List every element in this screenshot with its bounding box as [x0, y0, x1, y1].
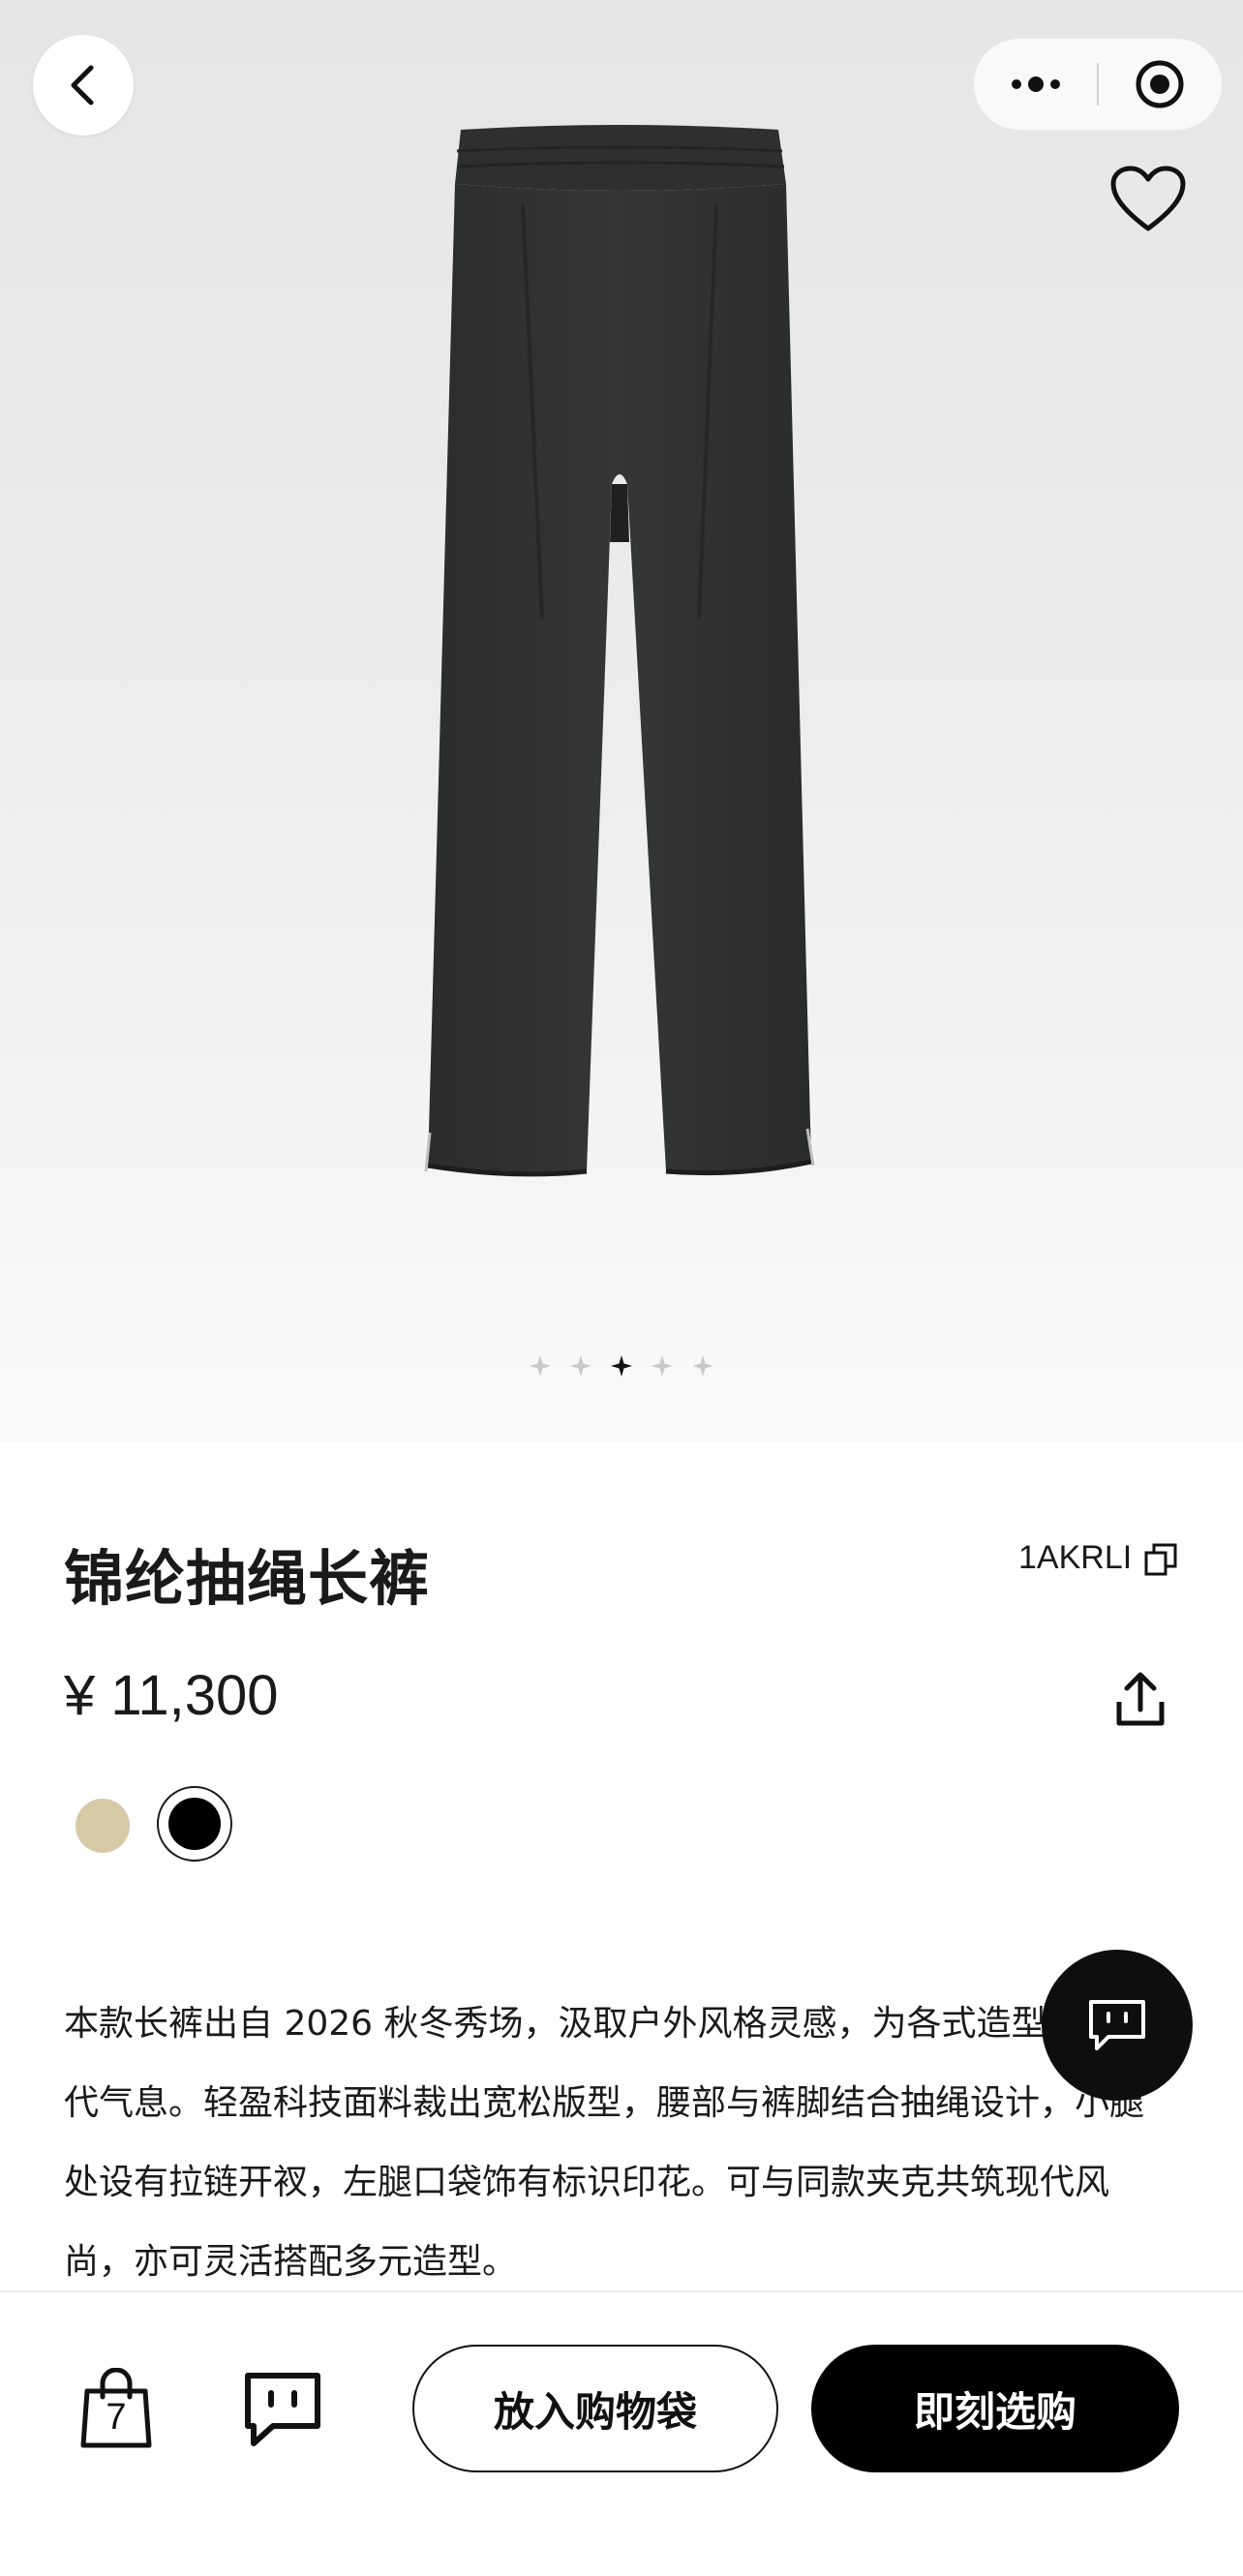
- message-icon[interactable]: [242, 2370, 323, 2451]
- pagination-dot[interactable]: [530, 1355, 551, 1377]
- chat-float-button[interactable]: [1042, 1950, 1193, 2101]
- product-sku[interactable]: 1AKRLI: [1018, 1539, 1132, 1577]
- buy-now-button[interactable]: 即刻选购: [811, 2345, 1179, 2472]
- add-to-bag-button[interactable]: 放入购物袋: [412, 2345, 778, 2472]
- share-icon[interactable]: [1113, 1671, 1167, 1729]
- pagination-dot-active[interactable]: [611, 1355, 632, 1377]
- pagination-dot[interactable]: [652, 1355, 673, 1377]
- pagination-dot[interactable]: [570, 1355, 591, 1377]
- favorite-button[interactable]: [1104, 155, 1193, 244]
- pagination-dot[interactable]: [692, 1355, 713, 1377]
- product-description: 本款长裤出自 2026 秋冬秀场，汲取户外风格灵感，为各式造型注入当代气息。轻盈…: [64, 2004, 1151, 2282]
- back-icon: [71, 65, 94, 106]
- bag-count-badge: 7: [106, 2397, 127, 2438]
- product-gallery[interactable]: [0, 0, 1243, 1442]
- product-price: ¥ 11,300: [64, 1664, 279, 1727]
- gallery-pagination: [0, 1355, 1243, 1377]
- mini-program-capsule: [974, 39, 1222, 130]
- product-title: 锦纶抽绳长裤: [64, 1543, 431, 1614]
- more-icon: [1011, 76, 1060, 92]
- product-image: [424, 125, 815, 1177]
- chat-icon: [1089, 2000, 1145, 2050]
- back-button[interactable]: [33, 35, 134, 136]
- color-swatch-beige[interactable]: [76, 1799, 130, 1853]
- copy-icon[interactable]: [1142, 1541, 1179, 1578]
- color-swatch-black-selected[interactable]: [157, 1786, 232, 1862]
- swatch-fill: [168, 1798, 221, 1850]
- more-button[interactable]: [974, 39, 1097, 130]
- close-program-button[interactable]: [1099, 39, 1222, 130]
- target-icon: [1136, 60, 1184, 108]
- heart-icon: [1110, 166, 1186, 231]
